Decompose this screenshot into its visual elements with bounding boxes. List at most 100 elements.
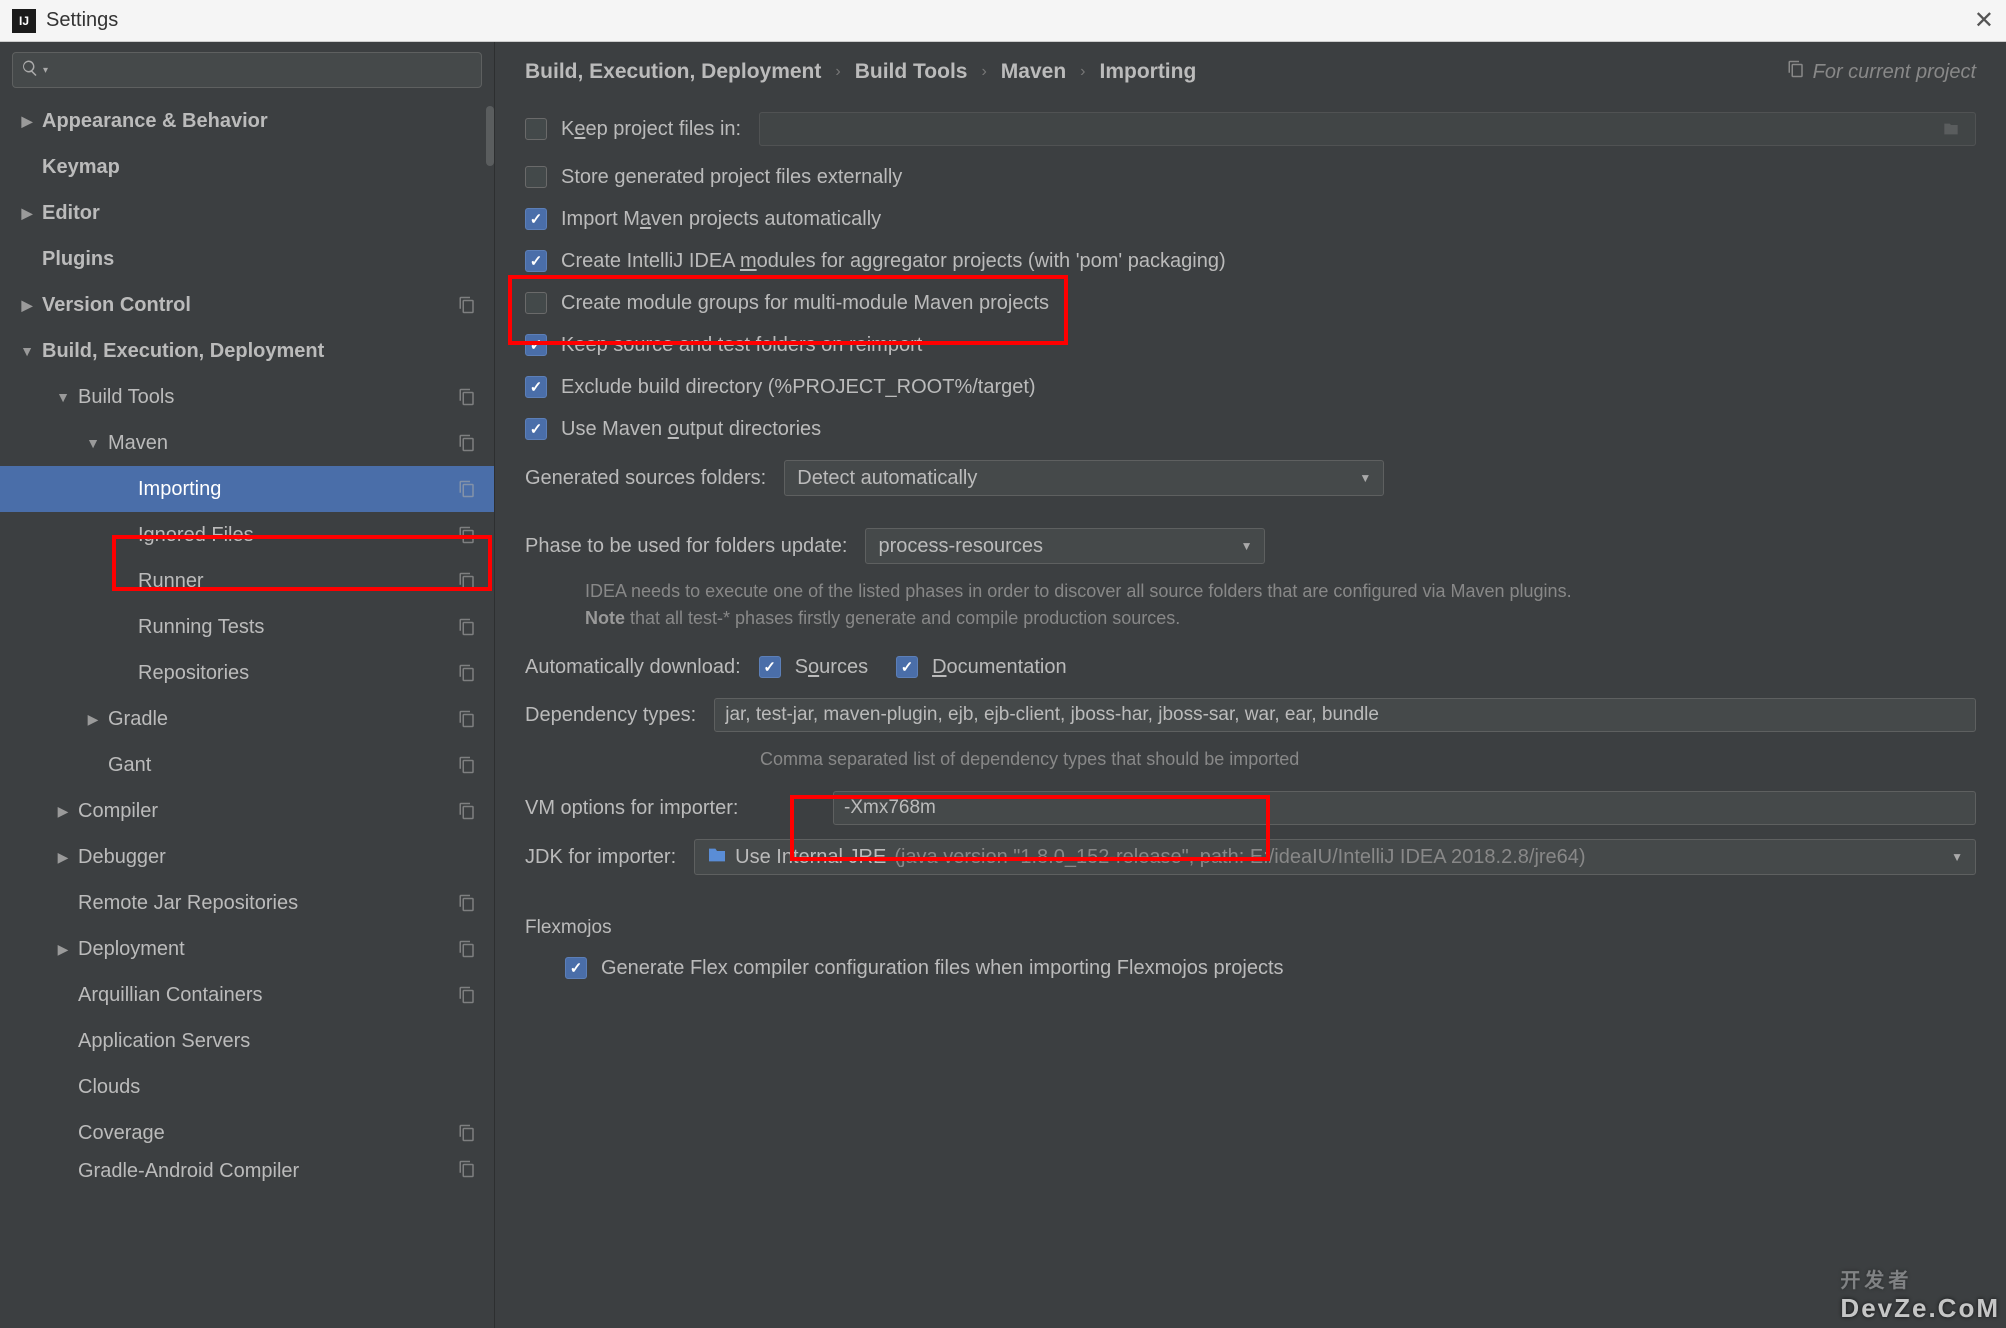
tree-item-arquillian-containers[interactable]: Arquillian Containers [0, 972, 494, 1018]
create-groups-checkbox[interactable] [525, 292, 547, 314]
import-auto-label: Import Maven projects automatically [561, 208, 881, 231]
phase-hint: IDEA needs to execute one of the listed … [585, 578, 1976, 632]
keep-project-files-checkbox[interactable] [525, 118, 547, 140]
copy-icon [458, 434, 476, 452]
tree-item-running-tests[interactable]: Running Tests [0, 604, 494, 650]
copy-icon [458, 296, 476, 314]
keep-project-files-path[interactable] [759, 112, 1976, 146]
tree-item-label: Gradle-Android Compiler [78, 1160, 458, 1183]
app-logo-icon: IJ [12, 9, 36, 33]
tree-item-repositories[interactable]: Repositories [0, 650, 494, 696]
copy-icon [458, 480, 476, 498]
import-auto-checkbox[interactable] [525, 208, 547, 230]
arrow-right-icon[interactable] [84, 711, 102, 728]
tree-item-label: Application Servers [78, 1030, 476, 1053]
crumb-2[interactable]: Maven [1001, 60, 1066, 84]
tree-item-runner[interactable]: Runner [0, 558, 494, 604]
sidebar: ▾ Appearance & BehaviorKeymapEditor Plugi… [0, 42, 495, 1328]
keep-source-checkbox[interactable] [525, 334, 547, 356]
arrow-right-icon[interactable] [18, 205, 36, 222]
search-field[interactable] [54, 60, 473, 81]
flexmojos-label: Generate Flex compiler configuration fil… [601, 957, 1284, 980]
settings-panel: Build, Execution, Deployment › Build Too… [495, 42, 2006, 1328]
tree-item-label: Build, Execution, Deployment [42, 340, 476, 363]
copy-icon [458, 940, 476, 958]
documentation-checkbox[interactable] [896, 656, 918, 678]
exclude-build-checkbox[interactable] [525, 376, 547, 398]
window-titlebar: IJ Settings ✕ [0, 0, 2006, 42]
copy-icon [458, 618, 476, 636]
use-output-label: Use Maven output directories [561, 418, 821, 441]
use-output-checkbox[interactable] [525, 418, 547, 440]
tree-scrollbar[interactable] [486, 106, 494, 166]
tree-item-build-execution-deployment[interactable]: Build, Execution, Deployment [0, 328, 494, 374]
tree-item-deployment[interactable]: Deployment [0, 926, 494, 972]
store-externally-checkbox[interactable] [525, 166, 547, 188]
folder-icon [707, 846, 727, 869]
watermark: 开发者 DevZe.CoM [1840, 1264, 2000, 1324]
copy-icon [1787, 60, 1805, 84]
copy-icon [458, 388, 476, 406]
tree-item-label: Arquillian Containers [78, 984, 458, 1007]
tree-item-clouds[interactable]: Clouds [0, 1064, 494, 1110]
sources-checkbox[interactable] [759, 656, 781, 678]
chevron-down-icon: ▼ [1241, 539, 1253, 553]
generated-sources-dropdown[interactable]: Detect automatically ▼ [784, 460, 1384, 496]
jdk-label: JDK for importer: [525, 846, 676, 869]
tree-item-gradle-android-compiler[interactable]: Gradle-Android Compiler [0, 1156, 494, 1186]
create-modules-checkbox[interactable] [525, 250, 547, 272]
tree-item-editor[interactable]: Editor [0, 190, 494, 236]
arrow-down-icon[interactable] [54, 389, 72, 405]
copy-icon [458, 1124, 476, 1142]
tree-item-appearance-behavior[interactable]: Appearance & Behavior [0, 98, 494, 144]
settings-search-input[interactable]: ▾ [12, 52, 482, 88]
tree-item-label: Remote Jar Repositories [78, 892, 458, 915]
copy-icon [458, 526, 476, 544]
tree-item-plugins[interactable]: Plugins [0, 236, 494, 282]
arrow-right-icon[interactable] [18, 297, 36, 314]
arrow-right-icon[interactable] [54, 849, 72, 866]
window-title: Settings [46, 9, 118, 32]
sources-label: Sources [795, 656, 868, 679]
search-history-icon[interactable]: ▾ [43, 65, 48, 76]
arrow-down-icon[interactable] [84, 435, 102, 451]
tree-item-ignored-files[interactable]: Ignored Files [0, 512, 494, 558]
tree-item-maven[interactable]: Maven [0, 420, 494, 466]
arrow-down-icon[interactable] [18, 343, 36, 359]
copy-icon [458, 1160, 476, 1178]
tree-item-label: Compiler [78, 800, 458, 823]
close-icon[interactable]: ✕ [1974, 6, 1994, 35]
create-groups-label: Create module groups for multi-module Ma… [561, 292, 1049, 315]
breadcrumb: Build, Execution, Deployment › Build Too… [525, 60, 1976, 84]
crumb-1[interactable]: Build Tools [855, 60, 968, 84]
jdk-dropdown[interactable]: Use Internal JRE (java version "1.8.0_15… [694, 839, 1976, 875]
tree-item-keymap[interactable]: Keymap [0, 144, 494, 190]
vm-options-input[interactable] [833, 791, 1976, 825]
exclude-build-label: Exclude build directory (%PROJECT_ROOT%/… [561, 376, 1036, 399]
browse-folder-icon[interactable] [1937, 118, 1965, 140]
flexmojos-checkbox[interactable] [565, 957, 587, 979]
tree-item-gradle[interactable]: Gradle [0, 696, 494, 742]
tree-item-coverage[interactable]: Coverage [0, 1110, 494, 1156]
tree-item-label: Plugins [42, 248, 476, 271]
crumb-0[interactable]: Build, Execution, Deployment [525, 60, 821, 84]
tree-item-remote-jar-repositories[interactable]: Remote Jar Repositories [0, 880, 494, 926]
tree-item-gant[interactable]: Gant [0, 742, 494, 788]
phase-dropdown[interactable]: process-resources ▼ [865, 528, 1265, 564]
arrow-right-icon[interactable] [54, 941, 72, 958]
tree-item-debugger[interactable]: Debugger [0, 834, 494, 880]
copy-icon [458, 894, 476, 912]
tree-item-build-tools[interactable]: Build Tools [0, 374, 494, 420]
tree-item-compiler[interactable]: Compiler [0, 788, 494, 834]
tree-item-label: Runner [138, 570, 458, 593]
search-icon [21, 59, 39, 82]
arrow-right-icon[interactable] [54, 803, 72, 820]
tree-item-importing[interactable]: Importing [0, 466, 494, 512]
crumb-3: Importing [1099, 60, 1196, 84]
store-externally-label: Store generated project files externally [561, 166, 902, 189]
tree-item-application-servers[interactable]: Application Servers [0, 1018, 494, 1064]
dep-types-input[interactable] [714, 698, 1976, 732]
copy-icon [458, 986, 476, 1004]
tree-item-version-control[interactable]: Version Control [0, 282, 494, 328]
arrow-right-icon[interactable] [18, 113, 36, 130]
